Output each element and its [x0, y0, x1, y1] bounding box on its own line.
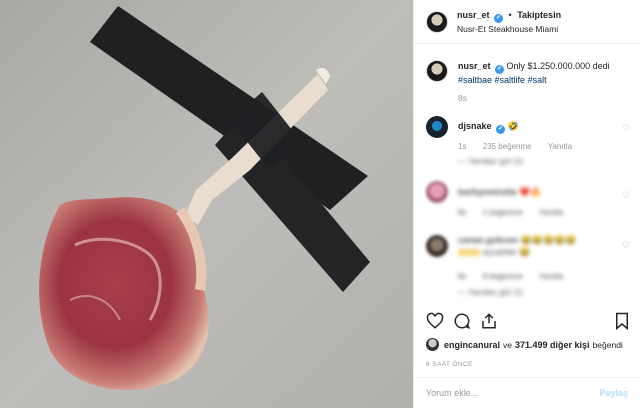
post-timestamp[interactable]: 8 SAAT ÖNCE: [426, 361, 473, 368]
author-username[interactable]: nusr_et: [457, 10, 490, 20]
reply-button[interactable]: Yanıtla: [539, 208, 563, 217]
comment-like-heart-icon[interactable]: ♡: [622, 240, 630, 251]
view-replies-link[interactable]: — Yanıtları gör (1): [458, 157, 537, 166]
liker-username[interactable]: engincanural: [444, 340, 500, 350]
following-status[interactable]: Takiptesin: [517, 10, 561, 20]
hashtag-link[interactable]: #salt: [528, 75, 547, 85]
add-comment-bar: Paylaş: [414, 377, 640, 408]
commenter-avatar[interactable]: [426, 181, 448, 203]
post-comment-button[interactable]: Paylaş: [599, 388, 628, 398]
share-icon[interactable]: [480, 312, 498, 330]
comment-item: djsnake ✔ 🤣: [426, 116, 636, 138]
commenter-avatar[interactable]: [426, 235, 448, 257]
caption-username[interactable]: nusr_et: [458, 61, 491, 71]
separator-dot: •: [508, 9, 512, 20]
post-photo[interactable]: [0, 0, 413, 408]
caption-block: nusr_et ✔ Only $1.250.000.000 dedi #salt…: [426, 60, 632, 103]
commenter-username[interactable]: barbyemirella: [458, 187, 517, 197]
verified-icon: ✔: [496, 124, 506, 134]
comment-input[interactable]: [426, 388, 586, 398]
comment-text-line2: 🙌🙌 eyvahler 😂: [458, 247, 531, 257]
comment-text: 🤣: [507, 120, 519, 131]
comment-likes-count[interactable]: 235 beğenme: [483, 142, 532, 151]
reply-button[interactable]: Yanıtla: [548, 142, 572, 151]
hashtag-link[interactable]: #saltlife: [495, 75, 526, 85]
likes-count[interactable]: 371.499 diğer kişi: [515, 340, 590, 350]
bookmark-icon[interactable]: [614, 312, 630, 330]
comment-item: canan.gokcen 😂😂😂😂😂 🙌🙌 eyvahler 😂: [426, 234, 636, 258]
comment-time: 1s: [458, 142, 467, 151]
reply-button[interactable]: Yanıtla: [539, 272, 563, 281]
comment-likes-count[interactable]: 1 beğenme: [483, 208, 523, 217]
liker-avatar[interactable]: [426, 338, 439, 351]
comment-like-heart-icon[interactable]: ♡: [622, 123, 630, 134]
comment-meta: 8s 1 beğenme Yanıtla: [458, 208, 577, 217]
verified-icon: ✔: [495, 65, 505, 74]
caption-avatar[interactable]: [426, 60, 448, 82]
caption-time: 8s: [458, 93, 467, 103]
comment-time: 8s: [458, 272, 467, 281]
caption-text: Only $1.250.000.000 dedi: [506, 61, 610, 71]
post-sidebar: nusr_et ✔ • Takiptesin Nusr-Et Steakhous…: [413, 0, 640, 408]
comment-text: 😂😂😂😂😂: [520, 235, 577, 245]
comment-item: barbyemirella ❤️🔥: [426, 181, 636, 203]
commenter-username[interactable]: djsnake: [458, 121, 492, 131]
comment-text: ❤️🔥: [519, 186, 542, 197]
view-replies-link[interactable]: — Yanıtları gör (1): [458, 288, 537, 297]
commenter-avatar[interactable]: [426, 116, 448, 138]
commenter-username[interactable]: canan.gokcen: [458, 235, 518, 245]
post-header: nusr_et ✔ • Takiptesin Nusr-Et Steakhous…: [414, 0, 640, 44]
likes-suffix: beğendi: [592, 339, 623, 350]
verified-icon: ✔: [494, 13, 504, 23]
hashtag-link[interactable]: #saltbae: [458, 75, 492, 85]
author-avatar[interactable]: [426, 10, 448, 33]
likes-summary: engincanural ve 371.499 diğer kişi beğen…: [426, 338, 623, 351]
comment-likes-count[interactable]: 8 beğenme: [483, 272, 523, 281]
comment-icon[interactable]: [453, 312, 471, 330]
steak-photo-image: [0, 0, 413, 408]
likes-connector: ve: [503, 339, 512, 350]
comment-time: 8s: [458, 208, 467, 217]
comment-meta: 8s 8 beğenme Yanıtla: [458, 272, 577, 281]
action-bar: [426, 312, 630, 334]
comment-meta: 1s 235 beğenme Yanıtla: [458, 142, 586, 151]
comment-like-heart-icon[interactable]: ♡: [622, 190, 630, 201]
post-location[interactable]: Nusr-Et Steakhouse Miami: [457, 23, 561, 35]
heart-icon[interactable]: [426, 312, 444, 330]
